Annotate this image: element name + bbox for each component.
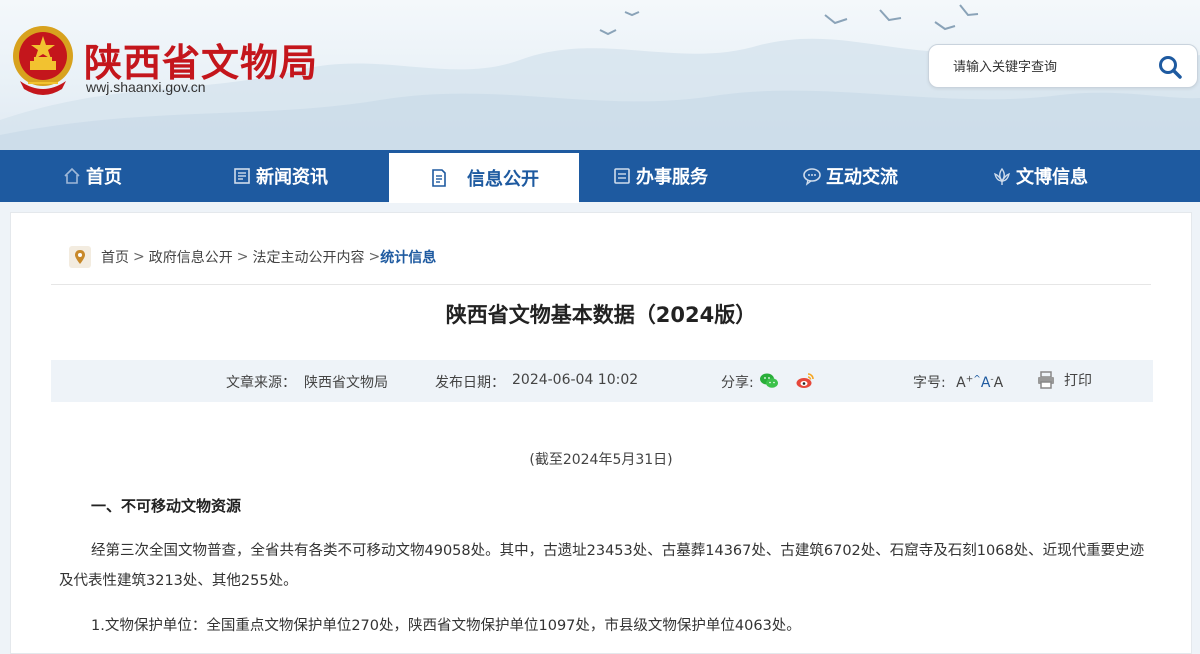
breadcrumb-home[interactable]: 首页 xyxy=(101,247,129,267)
weibo-icon[interactable] xyxy=(795,371,815,391)
article-paragraph: 1.文物保护单位：全国重点文物保护单位270处，陕西省文物保护单位1097处，市… xyxy=(91,618,801,634)
printer-icon xyxy=(1038,371,1054,389)
home-icon xyxy=(64,167,80,184)
chat-icon xyxy=(803,168,821,186)
section-heading: 一、不可移动文物资源 xyxy=(91,497,242,515)
nav-item-label: 首页 xyxy=(86,167,122,188)
date-label: 发布日期： xyxy=(435,375,505,391)
nav-item-news[interactable]: 新闻资讯 xyxy=(232,150,328,202)
site-url: wwj.shaanxi.gov.cn xyxy=(86,79,206,95)
birds-decoration xyxy=(599,4,979,36)
font-size-small-label: A xyxy=(993,375,1004,391)
nav-item-museum-info[interactable]: 文博信息 xyxy=(992,150,1088,202)
print-label: 打印 xyxy=(1064,373,1092,389)
news-icon xyxy=(234,168,250,184)
breadcrumb-gov-info[interactable]: 政府信息公开 xyxy=(149,247,233,267)
divider xyxy=(51,284,1151,285)
breadcrumb-separator: > xyxy=(133,249,145,265)
lotus-icon xyxy=(994,167,1010,185)
main-nav: 首页 新闻资讯 信息公开 办事服务 互动交流 文博信息 xyxy=(0,150,1200,203)
article-paragraph: 经第三次全国文物普查，全省共有各类不可移动文物49058处。其中，古遗址2345… xyxy=(59,543,1145,589)
search-box xyxy=(928,44,1198,88)
site-header: 陕西省文物局 wwj.shaanxi.gov.cn xyxy=(0,0,1200,150)
search-input[interactable] xyxy=(951,54,1145,80)
font-size-large-label: A xyxy=(956,375,966,391)
nav-item-interaction[interactable]: 互动交流 xyxy=(802,150,898,202)
font-size-label: 字号: xyxy=(913,375,946,391)
document-icon xyxy=(432,169,446,187)
font-size-large-button[interactable]: A+ xyxy=(956,374,973,391)
breadcrumb-statutory-content[interactable]: 法定主动公开内容 xyxy=(252,247,364,267)
nav-item-label: 新闻资讯 xyxy=(256,167,328,188)
nav-item-label: 信息公开 xyxy=(467,169,539,190)
breadcrumb-separator: > xyxy=(368,249,381,265)
source-value: 陕西省文物局 xyxy=(304,375,388,391)
search-icon[interactable] xyxy=(1157,54,1183,80)
breadcrumb: 首页 > 政府信息公开 > 法定主动公开内容 > 统计信息 xyxy=(69,245,436,269)
font-size-control: 字号: A+^A-A xyxy=(913,372,1003,392)
print-button[interactable]: 打印 xyxy=(1036,370,1092,390)
data-cutoff-note: (截至2024年5月31日) xyxy=(529,452,673,468)
nav-item-label: 互动交流 xyxy=(826,167,898,188)
nav-item-services[interactable]: 办事服务 xyxy=(612,150,708,202)
font-size-default-button[interactable]: ^A xyxy=(973,374,991,391)
nav-item-label: 办事服务 xyxy=(636,167,708,188)
source-label: 文章来源： xyxy=(226,375,296,391)
nav-item-label: 文博信息 xyxy=(1016,167,1088,188)
breadcrumb-statistics[interactable]: 统计信息 xyxy=(380,247,436,267)
font-size-small-button[interactable]: -A xyxy=(990,374,1004,391)
nav-item-home[interactable]: 首页 xyxy=(62,150,122,202)
font-size-default-label: A xyxy=(980,375,991,391)
article-panel: 首页 > 政府信息公开 > 法定主动公开内容 > 统计信息 陕西省文物基本数据（… xyxy=(10,212,1192,654)
article-title: 陕西省文物基本数据（2024版） xyxy=(445,303,757,327)
service-icon xyxy=(614,168,630,184)
nav-item-info-disclosure[interactable]: 信息公开 xyxy=(389,150,579,203)
location-pin-icon xyxy=(69,246,91,268)
breadcrumb-separator: > xyxy=(236,249,249,265)
share-label: 分享: xyxy=(721,375,754,391)
article-meta-bar: 文章来源： 陕西省文物局 发布日期： 2024-06-04 10:02 分享: … xyxy=(51,360,1153,402)
publish-date: 2024-06-04 10:02 xyxy=(512,372,639,388)
wechat-icon[interactable] xyxy=(759,371,779,391)
national-emblem-icon xyxy=(13,26,73,95)
